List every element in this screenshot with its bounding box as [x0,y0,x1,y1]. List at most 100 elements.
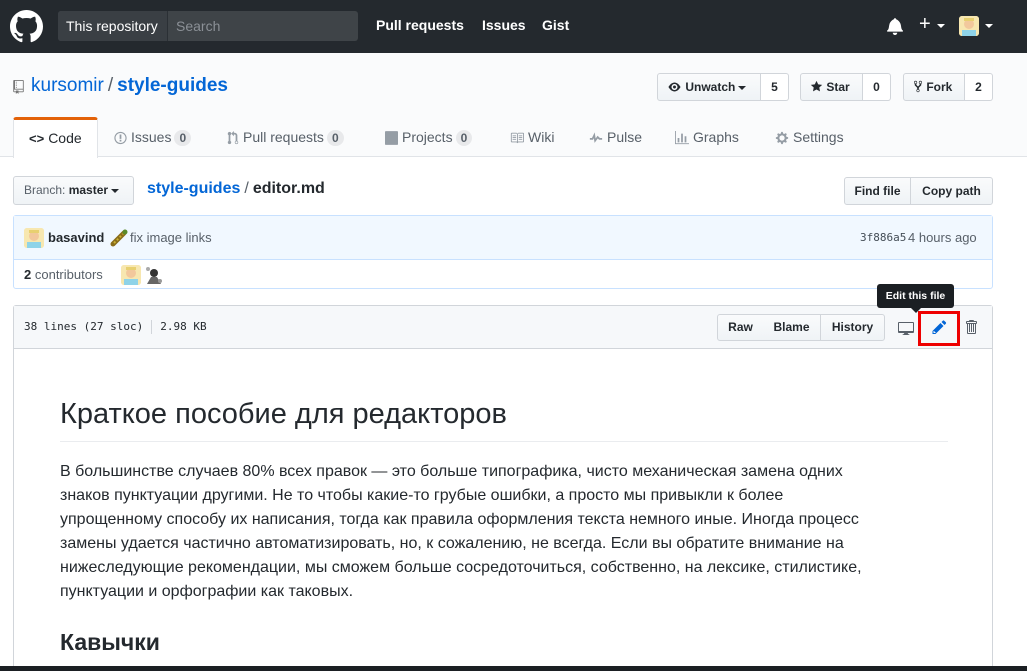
breadcrumb: style-guides / editor.md [147,180,325,198]
bottom-edge [0,666,1027,671]
book-icon [510,133,524,144]
file-info: 38 lines (27 sloc) 2.98 KB [24,320,207,334]
tab-pulse-label: Pulse [607,129,643,145]
file-size: 2.98 KB [160,320,207,333]
site-header: This repository Pull requests Issues Gis… [0,0,1027,53]
readme-heading: Краткое пособие для редакторов [60,396,948,442]
edit-button-highlight [918,311,960,346]
code-icon: <> [29,131,45,147]
repo-title: kursomir / style-guides [31,75,228,97]
fork-button[interactable]: Fork [903,73,965,101]
unwatch-button[interactable]: Unwatch [657,73,761,101]
readme-content: Краткое пособие для редакторов В большин… [60,396,948,656]
bell-icon[interactable] [886,17,904,35]
readme-line: знаков пунктуации другими. Не то чтобы к… [60,487,784,504]
avatar-caret-icon[interactable] [985,24,993,28]
tab-graphs[interactable]: Graphs [675,117,739,157]
commit-tease: basavind fix image links 3f886a5 4 hours… [13,215,993,289]
repo-icon [13,80,24,94]
desktop-icon[interactable] [897,320,915,336]
tab-wiki-label: Wiki [528,129,555,145]
tab-issues-label: Issues [131,129,172,145]
bug-emoji-icon [110,229,128,247]
search-scope[interactable]: This repository [58,11,168,41]
pull-request-icon [227,131,239,145]
repo-name-link[interactable]: style-guides [117,75,228,96]
plus-caret-icon[interactable] [937,24,945,28]
star-button[interactable]: Star [800,73,863,101]
find-file-button[interactable]: Find file [844,177,911,205]
file-header: 38 lines (27 sloc) 2.98 KB Raw Blame Hist… [14,306,992,349]
contributor-avatar[interactable] [144,265,164,285]
author-avatar[interactable] [24,228,44,248]
contributors[interactable]: 2 contributors [24,267,103,282]
tab-graphs-label: Graphs [693,129,739,145]
branch-select[interactable]: Branch: master [13,176,134,205]
tab-pulse[interactable]: Pulse [589,117,642,157]
eye-icon [668,82,681,92]
readme-line: В большинстве случаев 80% всех правок — … [60,463,843,480]
latest-commit: basavind fix image links 3f886a5 4 hours… [14,216,992,260]
project-icon [385,131,398,146]
star-icon [810,80,823,92]
tab-pull-requests-label: Pull requests [243,129,324,145]
star-count[interactable]: 0 [863,73,891,101]
file-info-divider [151,320,153,334]
trash-icon[interactable] [964,319,978,335]
tab-code[interactable]: <> Code [13,117,98,158]
breadcrumb-repo-link[interactable]: style-guides [147,180,240,197]
github-logo-icon[interactable] [10,10,43,43]
tab-projects[interactable]: Projects 0 [385,117,473,157]
commit-author-link[interactable]: basavind [48,230,104,245]
repo-owner-link[interactable]: kursomir [31,75,104,96]
tab-pull-requests[interactable]: Pull requests 0 [227,117,344,157]
contributors-label: contributors [34,267,103,282]
pulse-icon [589,132,603,144]
file-viewer: 38 lines (27 sloc) 2.98 KB Raw Blame Hist… [13,305,993,671]
breadcrumb-separator: / [244,180,249,197]
branch-caret-icon [111,188,120,193]
copy-path-button[interactable]: Copy path [910,177,993,205]
commit-message-link[interactable]: fix image links [130,230,212,245]
contributor-avatar[interactable] [121,265,141,285]
new-plus-icon[interactable]: + [919,14,931,34]
tab-wiki[interactable]: Wiki [510,117,554,157]
watch-count[interactable]: 5 [761,73,789,101]
edit-file-tooltip: Edit this file [877,284,954,313]
issue-icon [114,132,127,145]
fork-label: Fork [926,80,953,94]
search-box: This repository [58,11,358,41]
user-avatar[interactable] [959,16,979,36]
readme-line: замены удается частично автоматизировать… [60,535,844,552]
tab-issues[interactable]: Issues 0 [114,117,192,157]
commit-sha-link[interactable]: 3f886a5 [860,231,906,244]
fork-icon [913,80,923,93]
tab-settings[interactable]: Settings [775,117,844,157]
fork-count[interactable]: 2 [965,73,993,101]
raw-button[interactable]: Raw [717,314,764,341]
unwatch-caret-icon [738,85,747,90]
history-button[interactable]: History [820,314,885,341]
readme-line: пунктуации и орфографии как таковых. [60,583,354,600]
blame-button[interactable]: Blame [763,314,821,341]
search-input[interactable] [168,11,358,41]
nav-pull-requests[interactable]: Pull requests [376,17,464,33]
branch-name: master [68,183,109,197]
repo-title-separator: / [107,75,114,96]
nav-issues[interactable]: Issues [482,17,526,33]
unwatch-label: Unwatch [685,80,736,94]
readme-line: упрощенному способу их написания, тогда … [60,511,859,528]
tab-issues-count: 0 [174,130,192,146]
tab-code-label: Code [48,130,82,146]
readme-paragraph: В большинстве случаев 80% всех правок — … [60,460,948,604]
graph-icon [675,131,689,145]
commit-time: 4 hours ago [908,230,977,245]
branch-prefix: Branch: [24,183,66,197]
tab-pull-requests-count: 0 [326,130,344,146]
readme-subheading: Кавычки [60,629,160,655]
readme-line: нижеследующие рекомендации, мы сможем бо… [60,559,862,576]
repo-header: kursomir / style-guides Unwatch 5 Star 0 F… [0,53,1027,158]
tab-settings-label: Settings [793,129,844,145]
nav-gist[interactable]: Gist [542,17,569,33]
contributors-count: 2 [24,267,32,282]
